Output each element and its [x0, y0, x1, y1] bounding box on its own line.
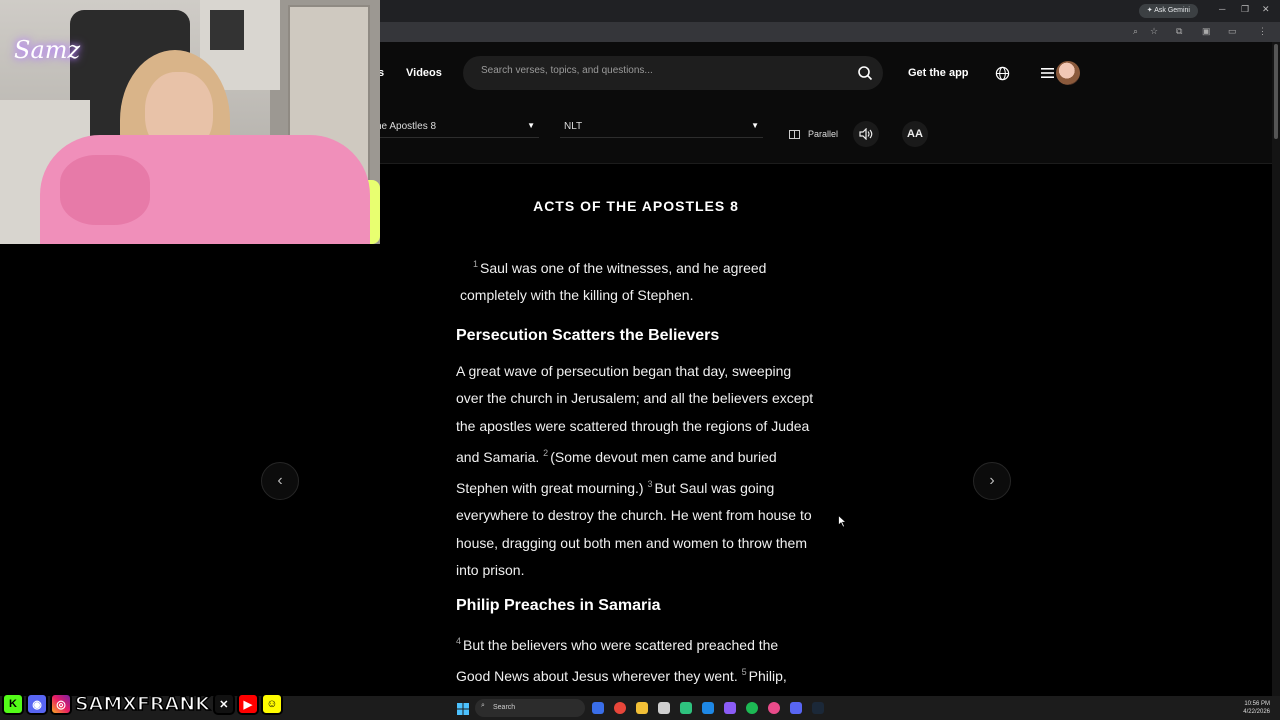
close-icon[interactable]: ✕	[1262, 4, 1270, 15]
discord-icon[interactable]	[790, 702, 802, 714]
store-icon[interactable]	[658, 702, 670, 714]
globe-icon[interactable]	[995, 66, 1010, 81]
search-input[interactable]	[481, 65, 841, 76]
youtube-icon: ▶	[236, 693, 259, 715]
mouse-cursor-icon	[838, 515, 847, 528]
chapter-title: ACTS OF THE APOSTLES 8	[533, 198, 739, 214]
search-icon: ⌕	[481, 702, 485, 709]
next-chapter-button[interactable]: ›	[973, 462, 1011, 500]
file-explorer-icon[interactable]	[636, 702, 648, 714]
clock-date: 4/22/2026	[1243, 709, 1270, 715]
version-select[interactable]: NLT ▼	[560, 118, 763, 138]
verse-number: 3	[647, 479, 653, 490]
minimize-icon[interactable]: ─	[1219, 4, 1225, 14]
windows-start-icon[interactable]	[457, 702, 469, 715]
parallel-button[interactable]: Parallel	[789, 127, 838, 141]
verse-number: 1	[473, 259, 479, 269]
verse-1: 1 Saul was one of the witnesses, and he a…	[460, 251, 790, 310]
book-chapter-value: he Apostles 8	[376, 121, 437, 132]
app-icon[interactable]	[680, 702, 692, 714]
app-icon[interactable]	[768, 702, 780, 714]
search-icon[interactable]	[857, 65, 873, 81]
verse-text: But the believers who were scattered pre…	[456, 637, 779, 685]
parallel-label: Parallel	[808, 129, 839, 139]
streamer-handle: SAMXFRANK	[74, 692, 210, 716]
parallel-icon	[789, 129, 800, 139]
book-chapter-select[interactable]: he Apostles 8 ▼	[372, 118, 539, 138]
sidepanel-icon[interactable]: ▣	[1202, 26, 1211, 37]
verse-number: 2	[543, 447, 549, 458]
previous-chapter-button[interactable]: ‹	[261, 462, 299, 500]
nav-link-videos[interactable]: Videos	[406, 67, 442, 79]
section-heading: Philip Preaches in Samaria	[456, 597, 661, 614]
spotify-icon[interactable]	[746, 702, 758, 714]
app-icon[interactable]	[702, 702, 714, 714]
social-overlay: K ◉ ◎ SAMXFRANK ✕ ▶ ☺	[2, 692, 283, 716]
snapchat-icon: ☺	[260, 693, 283, 715]
user-avatar[interactable]	[1056, 61, 1080, 85]
restore-icon[interactable]: ❐	[1241, 4, 1249, 15]
version-value: NLT	[564, 121, 583, 132]
speaker-icon	[859, 128, 873, 140]
paragraph-2-3: A great wave of persecution began that d…	[456, 358, 816, 584]
chrome-icon[interactable]	[614, 702, 626, 714]
chevron-down-icon: ▼	[527, 121, 535, 130]
discord-icon: ◉	[26, 693, 48, 715]
font-size-button[interactable]: AA	[902, 121, 928, 147]
chevron-left-icon: ‹	[277, 472, 283, 489]
browser-menu-icon[interactable]: ⋮	[1258, 26, 1267, 37]
streamer-logo: Samz	[14, 36, 81, 64]
edge-icon[interactable]	[592, 702, 604, 714]
bookmark-star-icon[interactable]: ☆	[1150, 26, 1158, 37]
extensions-icon[interactable]: ⧉	[1176, 26, 1182, 37]
ask-gemini-button[interactable]: ✦ Ask Gemini	[1138, 4, 1198, 18]
verse-text: Saul was one of the witnesses, and he ag…	[460, 260, 767, 304]
verse-number: 5	[741, 667, 747, 678]
taskbar-search-label: Search	[493, 704, 516, 711]
x-twitter-icon: ✕	[212, 693, 235, 715]
ask-gemini-label: Ask Gemini	[1154, 7, 1190, 14]
scrollbar-thumb[interactable]	[1274, 44, 1278, 139]
clock-time: 10:56 PM	[1244, 701, 1270, 707]
taskbar-search[interactable]: ⌕ Search	[475, 699, 585, 717]
instagram-icon: ◎	[50, 693, 72, 715]
section-heading: Persecution Scatters the Believers	[456, 327, 720, 344]
hamburger-menu-icon[interactable]	[1041, 67, 1054, 79]
chevron-right-icon: ›	[989, 472, 995, 489]
get-app-link[interactable]: Get the app	[908, 67, 969, 79]
taskbar-clock[interactable]: 10:56 PM 4/22/2026	[1236, 700, 1270, 716]
verse-number: 4	[456, 636, 462, 646]
font-size-label: AA	[907, 128, 923, 140]
search-bar[interactable]	[463, 56, 883, 90]
chevron-down-icon: ▼	[751, 121, 759, 130]
webcam-overlay: Samz	[0, 0, 380, 244]
audio-button[interactable]	[853, 121, 879, 147]
cast-icon[interactable]: ▭	[1228, 26, 1237, 37]
scrollbar-track[interactable]	[1272, 42, 1280, 696]
app-icon[interactable]	[724, 702, 736, 714]
steam-icon[interactable]	[812, 702, 824, 714]
zoom-icon[interactable]: ⌕	[1133, 26, 1138, 37]
paragraph-4-5: 4 But the believers who were scattered pr…	[456, 628, 806, 696]
kick-icon: K	[2, 693, 24, 715]
